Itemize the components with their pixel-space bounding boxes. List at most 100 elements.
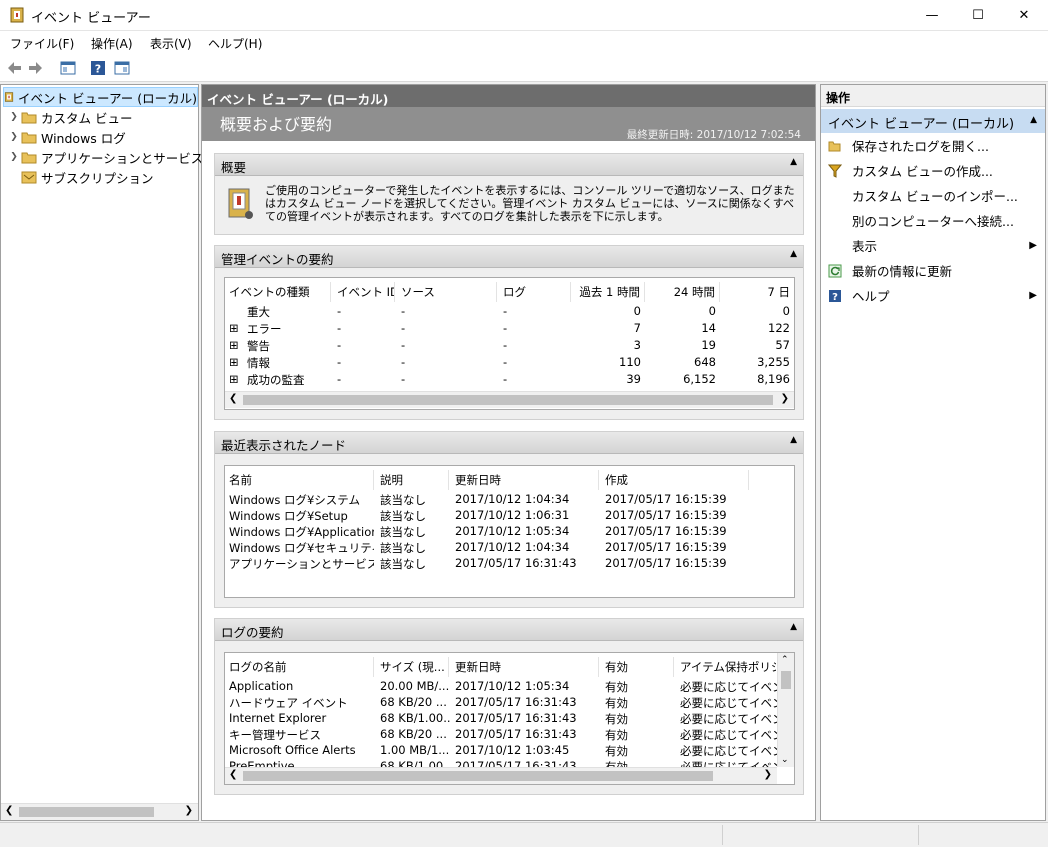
log-summary-section: ログの要約 ▲ ログの名前 サイズ (現... 更新日時 有効 アイテム保持ポリ… bbox=[214, 618, 804, 795]
recent-nodes-section: 最近表示されたノード ▲ 名前 説明 更新日時 作成 Windows ログ¥シス… bbox=[214, 431, 804, 608]
table-row[interactable]: Windows ログ¥セキュリティ 該当なし 2017/10/12 1:04:3… bbox=[225, 540, 794, 556]
col-header[interactable]: 名前 bbox=[225, 470, 374, 490]
tree-item-subscriptions[interactable]: サブスクリプション bbox=[7, 167, 154, 187]
expand-icon[interactable]: ⊞ bbox=[229, 338, 243, 352]
table-row[interactable]: Windows ログ¥Setup 該当なし 2017/10/12 1:06:31… bbox=[225, 508, 794, 524]
table-row[interactable]: ⊞ 成功の監査 - - - 39 6,152 8,196 bbox=[225, 372, 794, 388]
section-header-overview[interactable]: 概要 ▲ bbox=[215, 154, 803, 176]
expand-icon[interactable]: ⊞ bbox=[229, 321, 243, 335]
cell-24h: 0 bbox=[708, 304, 716, 318]
tree-root-event-viewer[interactable]: イベント ビューアー (ローカル) bbox=[3, 87, 198, 107]
table-row[interactable]: Windows ログ¥システム 該当なし 2017/10/12 1:04:34 … bbox=[225, 492, 794, 508]
scrollbar-thumb[interactable] bbox=[19, 807, 154, 817]
cell-name: Application bbox=[229, 679, 294, 693]
table-row[interactable]: アプリケーションとサービス ログ... 該当なし 2017/05/17 16:3… bbox=[225, 556, 794, 572]
admin-events-table: イベントの種類 イベント ID ソース ログ 過去 1 時間 24 時間 7 日… bbox=[224, 277, 795, 410]
help-button[interactable]: ? bbox=[88, 58, 108, 78]
minimize-button[interactable]: — bbox=[909, 0, 955, 31]
collapse-icon[interactable]: ▲ bbox=[790, 435, 797, 445]
col-header[interactable]: サイズ (現... bbox=[376, 657, 449, 677]
svg-text:?: ? bbox=[832, 292, 838, 303]
scroll-up-icon[interactable]: ⌃ bbox=[781, 655, 789, 665]
table-row[interactable]: PreEmptive 68 KB/1.00... 2017/05/17 16:3… bbox=[225, 759, 777, 767]
menu-action[interactable]: 操作(A) bbox=[91, 35, 133, 52]
collapse-icon[interactable]: ▲ bbox=[1030, 115, 1037, 125]
chevron-right-icon[interactable]: ❯ bbox=[7, 132, 21, 142]
scroll-right-icon[interactable]: ❯ bbox=[185, 805, 193, 816]
action-refresh[interactable]: 最新の情報に更新 bbox=[821, 258, 1045, 283]
cell-created: 2017/05/17 16:15:39 bbox=[605, 540, 727, 554]
table-row[interactable]: Microsoft Office Alerts 1.00 MB/1... 201… bbox=[225, 743, 777, 759]
collapse-icon[interactable]: ▲ bbox=[790, 622, 797, 632]
tree-item-windows-logs[interactable]: ❯ Windows ログ bbox=[7, 127, 126, 147]
table-row[interactable]: 重大 - - - 0 0 0 bbox=[225, 304, 794, 320]
table-row[interactable]: ハードウェア イベント 68 KB/20 ... 2017/05/17 16:3… bbox=[225, 695, 777, 711]
col-header[interactable]: ログ bbox=[499, 282, 571, 302]
cell-source: - bbox=[401, 355, 406, 369]
action-open-saved-log[interactable]: 保存されたログを開く... bbox=[821, 133, 1045, 158]
scroll-left-icon[interactable]: ❮ bbox=[229, 393, 237, 404]
log-table-vscrollbar[interactable]: ⌃ ⌄ bbox=[777, 653, 794, 767]
scrollbar-thumb[interactable] bbox=[243, 771, 713, 781]
menu-help[interactable]: ヘルプ(H) bbox=[208, 35, 262, 52]
scroll-left-icon[interactable]: ❮ bbox=[229, 769, 237, 780]
col-header[interactable]: ソース bbox=[397, 282, 497, 302]
col-header[interactable]: 更新日時 bbox=[451, 470, 599, 490]
tree-item-custom-views[interactable]: ❯ カスタム ビュー bbox=[7, 107, 132, 127]
log-table-hscrollbar[interactable]: ❮ ❯ bbox=[225, 767, 777, 784]
back-button[interactable] bbox=[4, 58, 24, 78]
overview-text: ご使用のコンピューターで発生したイベントを表示するには、コンソール ツリーで適切… bbox=[265, 184, 795, 223]
tree-horizontal-scrollbar[interactable]: ❮ ❯ bbox=[1, 803, 198, 820]
expand-icon[interactable]: ⊞ bbox=[229, 355, 243, 369]
action-help[interactable]: ? ヘルプ ▶ bbox=[821, 283, 1045, 308]
close-button[interactable]: ✕ bbox=[1001, 0, 1047, 31]
action-view[interactable]: 表示 ▶ bbox=[821, 233, 1045, 258]
menu-file[interactable]: ファイル(F) bbox=[10, 35, 74, 52]
col-header[interactable]: 説明 bbox=[376, 470, 449, 490]
collapse-icon[interactable]: ▲ bbox=[790, 249, 797, 259]
col-header[interactable]: 過去 1 時間 bbox=[573, 282, 645, 302]
scroll-right-icon[interactable]: ❯ bbox=[781, 393, 789, 404]
col-header[interactable]: アイテム保持ポリシー bbox=[676, 657, 776, 677]
tree-item-apps-services-logs[interactable]: ❯ アプリケーションとサービス ログ bbox=[7, 147, 232, 167]
col-header[interactable]: イベント ID bbox=[333, 282, 395, 302]
admin-table-hscrollbar[interactable]: ❮ ❯ bbox=[225, 391, 794, 408]
col-header[interactable]: イベントの種類 bbox=[225, 282, 331, 302]
col-header[interactable]: ログの名前 bbox=[225, 657, 374, 677]
scrollbar-thumb[interactable] bbox=[781, 671, 791, 689]
table-row[interactable]: Internet Explorer 68 KB/1.00... 2017/05/… bbox=[225, 711, 777, 727]
actions-group-header[interactable]: イベント ビューアー (ローカル) ▲ bbox=[821, 109, 1045, 133]
table-row[interactable]: Windows ログ¥Application 該当なし 2017/10/12 1… bbox=[225, 524, 794, 540]
forward-button[interactable] bbox=[26, 58, 46, 78]
scrollbar-thumb[interactable] bbox=[243, 395, 773, 405]
action-create-custom-view[interactable]: カスタム ビューの作成... bbox=[821, 158, 1045, 183]
col-header[interactable]: 24 時間 bbox=[647, 282, 720, 302]
action-connect-other-computer[interactable]: 別のコンピューターへ接続... bbox=[821, 208, 1045, 233]
table-row[interactable]: ⊞ 情報 - - - 110 648 3,255 bbox=[225, 355, 794, 371]
table-row[interactable]: ⊞ エラー - - - 7 14 122 bbox=[225, 321, 794, 337]
collapse-icon[interactable]: ▲ bbox=[790, 157, 797, 167]
maximize-button[interactable]: ☐ bbox=[955, 0, 1001, 31]
section-header-log-summary[interactable]: ログの要約 ▲ bbox=[215, 619, 803, 641]
menu-view[interactable]: 表示(V) bbox=[150, 35, 192, 52]
table-row[interactable]: ⊞ 警告 - - - 3 19 57 bbox=[225, 338, 794, 354]
cell-enabled: 有効 bbox=[605, 728, 628, 742]
chevron-right-icon[interactable]: ❯ bbox=[7, 152, 21, 162]
cell-log: - bbox=[503, 338, 508, 352]
col-header[interactable]: 7 日 bbox=[722, 282, 794, 302]
scroll-right-icon[interactable]: ❯ bbox=[764, 769, 772, 780]
col-header[interactable]: 更新日時 bbox=[451, 657, 599, 677]
show-hide-tree-button[interactable] bbox=[58, 58, 78, 78]
scroll-left-icon[interactable]: ❮ bbox=[5, 805, 13, 816]
section-header-recent-nodes[interactable]: 最近表示されたノード ▲ bbox=[215, 432, 803, 454]
table-row[interactable]: Application 20.00 MB/... 2017/10/12 1:05… bbox=[225, 679, 777, 695]
section-header-admin-events[interactable]: 管理イベントの要約 ▲ bbox=[215, 246, 803, 268]
chevron-right-icon[interactable]: ❯ bbox=[7, 112, 21, 122]
expand-icon[interactable]: ⊞ bbox=[229, 372, 243, 386]
col-header[interactable]: 作成 bbox=[601, 470, 749, 490]
col-header[interactable]: 有効 bbox=[601, 657, 674, 677]
show-hide-action-pane-button[interactable] bbox=[112, 58, 132, 78]
action-import-custom-view[interactable]: カスタム ビューのインポー... bbox=[821, 183, 1045, 208]
table-row[interactable]: キー管理サービス 68 KB/20 ... 2017/05/17 16:31:4… bbox=[225, 727, 777, 743]
scroll-down-icon[interactable]: ⌄ bbox=[781, 755, 789, 765]
